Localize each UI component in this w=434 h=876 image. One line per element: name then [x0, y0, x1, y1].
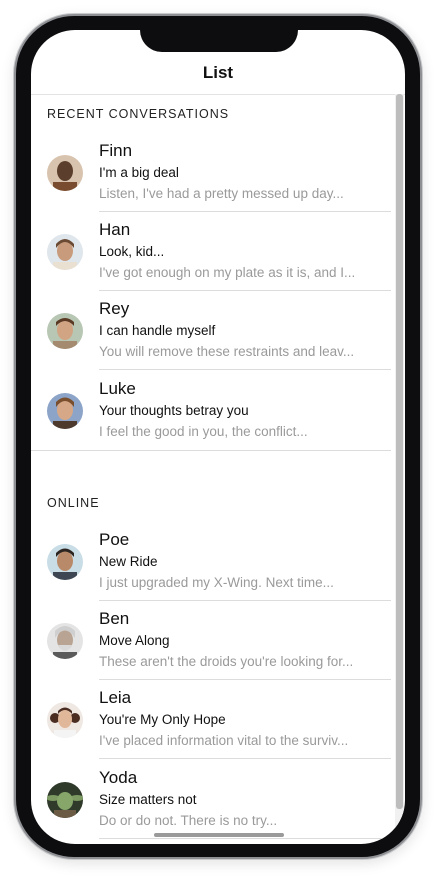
list-item-yoda[interactable]: Yoda Size matters not Do or do not. Ther… [31, 760, 391, 839]
list-item-leia[interactable]: Leia You're My Only Hope I've placed inf… [31, 680, 391, 759]
item-preview: I feel the good in you, the conflict... [99, 424, 308, 439]
avatar [47, 702, 83, 738]
item-preview: I've placed information vital to the sur… [99, 733, 349, 748]
item-subtitle: Size matters not [99, 792, 197, 807]
list-item-han[interactable]: Han Look, kid... I've got enough on my p… [31, 212, 391, 291]
row-divider [99, 758, 391, 759]
item-preview: These aren't the droids you're looking f… [99, 654, 354, 669]
item-name: Leia [99, 688, 132, 707]
section-header-recent: RECENT CONVERSATIONS [47, 107, 230, 121]
avatar [47, 234, 83, 270]
device-notch [140, 30, 298, 52]
item-subtitle: Move Along [99, 633, 170, 648]
list-item-rey[interactable]: Rey I can handle myself You will remove … [31, 291, 391, 370]
item-preview: You will remove these restraints and lea… [99, 344, 355, 359]
section-header-online: ONLINE [47, 496, 100, 510]
list-item-luke[interactable]: Luke Your thoughts betray you I feel the… [31, 371, 391, 450]
navigation-bar: List [31, 60, 405, 95]
avatar [47, 155, 83, 191]
section-divider [31, 450, 391, 451]
avatar [47, 393, 83, 429]
item-subtitle: I'm a big deal [99, 165, 179, 180]
item-name: Luke [99, 379, 136, 398]
phone-screen: List RECENT CONVERSATIONS Finn I'm a big… [31, 30, 405, 844]
avatar [47, 782, 83, 818]
avatar [47, 544, 83, 580]
item-preview: Listen, I've had a pretty messed up day.… [99, 186, 344, 201]
avatar [47, 313, 83, 349]
page-title: List [202, 63, 234, 82]
item-preview: I've got enough on my plate as it is, an… [99, 265, 356, 280]
item-name: Finn [99, 141, 133, 160]
scrollbar[interactable] [395, 94, 404, 844]
item-subtitle: Look, kid... [99, 244, 165, 259]
item-name: Ben [99, 609, 130, 628]
item-preview: Do or do not. There is no try... [99, 813, 278, 828]
item-name: Yoda [99, 768, 138, 787]
home-indicator[interactable] [154, 833, 284, 837]
avatar [47, 623, 83, 659]
scrollbar-thumb[interactable] [396, 94, 403, 809]
list-item-ben[interactable]: Ben Move Along These aren't the droids y… [31, 601, 391, 680]
item-name: Poe [99, 530, 130, 549]
item-name: Han [99, 220, 131, 239]
row-divider [99, 369, 391, 370]
item-subtitle: Your thoughts betray you [99, 403, 249, 418]
item-subtitle: You're My Only Hope [99, 712, 226, 727]
item-name: Rey [99, 299, 130, 318]
list-item-poe[interactable]: Poe New Ride I just upgraded my X-Wing. … [31, 522, 391, 601]
item-subtitle: New Ride [99, 554, 158, 569]
row-divider [99, 838, 391, 839]
item-preview: I just upgraded my X-Wing. Next time... [99, 575, 334, 590]
item-subtitle: I can handle myself [99, 323, 216, 338]
list-item-finn[interactable]: Finn I'm a big deal Listen, I've had a p… [31, 133, 391, 212]
